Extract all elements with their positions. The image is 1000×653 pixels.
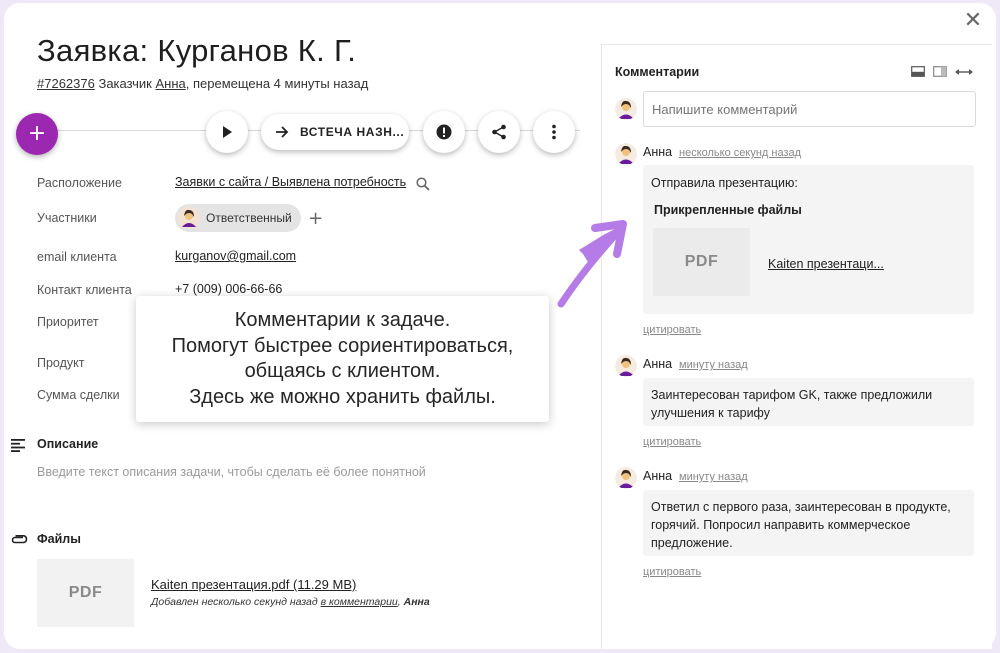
file-added-prefix: Добавлен несколько секунд назад: [151, 596, 321, 608]
avatar: [615, 143, 637, 165]
participant-chip[interactable]: Ответственный: [175, 204, 301, 232]
priority-label: Приоритет: [37, 315, 99, 329]
onboarding-tooltip: Комментарии к задаче. Помогут быстрее со…: [136, 296, 549, 422]
file-added-author: Анна: [403, 596, 430, 608]
quote-button[interactable]: цитировать: [643, 436, 701, 448]
comment-bubble: Заинтересован тарифом GK, также предложи…: [643, 378, 974, 426]
avatar: [615, 98, 637, 120]
avatar: [615, 355, 637, 377]
location-label: Расположение: [37, 176, 122, 190]
alert-button[interactable]: [423, 111, 465, 153]
comment-time-link[interactable]: минуту назад: [679, 471, 748, 483]
location-link[interactable]: Заявки с сайта / Выявлена потребность: [175, 175, 406, 189]
page-title: Заявка: Курганов К. Г.: [37, 33, 357, 68]
email-value[interactable]: kurganov@gmail.com: [175, 249, 296, 263]
share-icon: [492, 124, 506, 140]
search-icon[interactable]: [416, 177, 430, 191]
participant-chip-label: Ответственный: [206, 211, 292, 225]
moved-text: , перемещена 4 минуты назад: [185, 76, 369, 91]
avatar: [178, 207, 200, 229]
comment-author: Анна: [643, 145, 673, 159]
stage-label: ВСТЕЧА НАЗН...: [300, 125, 405, 139]
task-id-link[interactable]: #7262376: [37, 76, 95, 91]
email-label: email клиента: [37, 250, 117, 264]
attached-file-link[interactable]: Kaiten презентаци...: [768, 257, 884, 271]
add-button[interactable]: +: [16, 113, 58, 155]
comment-author: Анна: [643, 357, 673, 371]
contact-value[interactable]: +7 (009) 006-66-66: [175, 282, 282, 296]
product-label: Продукт: [37, 356, 85, 370]
quote-button[interactable]: цитировать: [643, 566, 701, 578]
resize-horizontal-icon[interactable]: [954, 68, 974, 76]
tooltip-line: Помогут быстрее сориентироваться,: [171, 334, 514, 357]
alert-icon: [436, 124, 452, 140]
comments-title: Комментарии: [615, 65, 700, 79]
description-title: Описание: [37, 437, 99, 451]
more-button[interactable]: [533, 111, 575, 153]
comment-text: Ответил с первого раза, заинтересован в …: [651, 500, 951, 550]
comment-text: Отправила презентацию:: [651, 176, 798, 190]
arrow-right-icon: [276, 126, 289, 138]
comment-author: Анна: [643, 469, 673, 483]
close-icon[interactable]: ✕: [962, 10, 984, 32]
customer-link[interactable]: Анна: [155, 76, 185, 91]
comment-bubble: Ответил с первого раза, заинтересован в …: [643, 490, 974, 556]
pointer-arrow-icon: [557, 220, 627, 308]
participants-label: Участники: [37, 211, 97, 225]
tooltip-line: Здесь же можно хранить файлы.: [189, 385, 496, 408]
paperclip-icon: [11, 535, 28, 544]
avatar: [615, 467, 637, 489]
stage-button[interactable]: ВСТЕЧА НАЗН...: [261, 114, 409, 150]
quote-button[interactable]: цитировать: [643, 324, 701, 336]
tooltip-line: общаясь с клиентом.: [244, 360, 441, 382]
play-button[interactable]: [206, 111, 248, 153]
file-thumbnail[interactable]: PDF: [37, 559, 134, 627]
comment-time-link[interactable]: минуту назад: [679, 359, 748, 371]
in-comment-link[interactable]: в комментарии: [321, 596, 398, 608]
layout-side-icon[interactable]: [933, 66, 947, 77]
file-link[interactable]: Kaiten презентация.pdf (11.29 MB): [151, 577, 356, 592]
comments-panel: [601, 44, 992, 649]
comment-time-link[interactable]: несколько секунд назад: [679, 147, 801, 159]
attached-files-title: Прикрепленные файлы: [654, 203, 802, 217]
share-button[interactable]: [478, 111, 520, 153]
play-icon: [223, 126, 232, 138]
add-participant-button[interactable]: +: [308, 208, 323, 229]
task-meta: #7262376 Заказчик Анна, перемещена 4 мин…: [37, 76, 368, 91]
file-added-info: Добавлен несколько секунд назад в коммен…: [151, 596, 430, 608]
description-input[interactable]: Введите текст описания задачи, чтобы сде…: [37, 465, 426, 479]
contact-label: Контакт клиента: [37, 283, 132, 297]
deal-sum-label: Сумма сделки: [37, 388, 120, 402]
layout-bottom-icon[interactable]: [911, 66, 925, 77]
more-vertical-icon: [552, 124, 556, 140]
customer-prefix: Заказчик: [98, 76, 152, 91]
text-lines-icon: [11, 439, 25, 452]
tooltip-line: Комментарии к задаче.: [234, 309, 451, 331]
files-title: Файлы: [37, 532, 81, 546]
comment-input[interactable]: [643, 91, 976, 127]
attached-file-thumbnail[interactable]: PDF: [653, 228, 750, 296]
comment-text: Заинтересован тарифом GK, также предложи…: [651, 388, 933, 420]
